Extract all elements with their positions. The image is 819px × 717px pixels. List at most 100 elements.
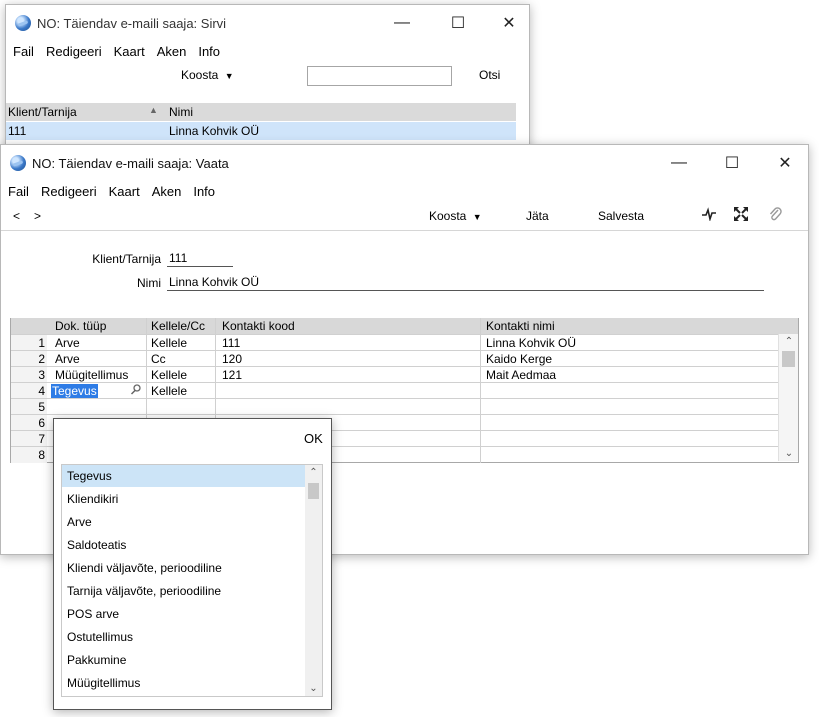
scroll-down-icon[interactable]: ⌄ (779, 448, 799, 459)
cell-contact-name[interactable]: Mait Aedmaa (480, 367, 776, 383)
expand-icon[interactable] (733, 206, 749, 225)
cell-to-cc[interactable]: Kellele (146, 367, 215, 383)
app-icon (10, 155, 26, 171)
scroll-thumb[interactable] (782, 351, 795, 367)
column-header-contact-name[interactable]: Kontakti nimi (480, 318, 776, 334)
list-item[interactable]: POS arve (62, 603, 307, 625)
name-field[interactable]: Linna Kohvik OÜ (167, 275, 764, 291)
table-row[interactable]: 2 Arve Cc 120 Kaido Kerge (11, 350, 798, 367)
client-field[interactable]: 111 (167, 251, 233, 267)
scroll-up-icon[interactable]: ⌃ (779, 336, 799, 347)
list-item[interactable]: Kliendi väljavõte, perioodiline (62, 557, 307, 579)
scroll-down-icon[interactable]: ⌄ (305, 683, 322, 694)
column-header-contact-code[interactable]: Kontakti kood (215, 318, 480, 334)
pulse-icon[interactable] (701, 207, 717, 224)
maximize-icon[interactable]: ☐ (435, 5, 481, 41)
attachment-icon[interactable] (768, 206, 782, 225)
cell-contact-code[interactable] (215, 383, 480, 399)
cell-doc-type[interactable]: Arve (47, 351, 146, 367)
koosta-button[interactable]: Koosta ▼ (181, 68, 234, 82)
grid-scrollbar[interactable]: ⌃ ⌄ (778, 334, 798, 461)
next-record-button[interactable]: > (34, 209, 41, 223)
list-item[interactable]: Müügitellimus (62, 672, 307, 694)
list-item[interactable]: Ostutellimus (62, 626, 307, 648)
menu-info[interactable]: Info (198, 44, 220, 59)
cell-to-cc[interactable]: Kellele (146, 383, 215, 399)
row-client-code: 111 (8, 124, 27, 138)
browse-window: NO: Täiendav e-maili saaja: Sirvi — ☐ ✕ … (5, 4, 530, 154)
row-number: 2 (11, 351, 47, 367)
list-item-selected[interactable]: Tegevus (62, 465, 307, 487)
doc-type-list: Tegevus Kliendikiri Arve Saldoteatis Kli… (61, 464, 323, 697)
cell-contact-name[interactable] (480, 431, 776, 447)
previous-record-button[interactable]: < (13, 209, 20, 223)
ok-button[interactable]: OK (304, 431, 323, 446)
list-item[interactable]: Arve (62, 511, 307, 533)
magnifier-icon[interactable] (130, 383, 142, 399)
list-item[interactable]: Kliendikiri (62, 488, 307, 510)
jata-button[interactable]: Jäta (526, 209, 549, 223)
app-icon (15, 15, 31, 31)
menu-info[interactable]: Info (193, 184, 215, 199)
cell-to-cc[interactable]: Cc (146, 351, 215, 367)
list-scrollbar[interactable]: ⌃ ⌄ (305, 465, 322, 696)
row-number: 3 (11, 367, 47, 383)
cell-doc-type[interactable]: Arve (47, 335, 146, 351)
cell-contact-code[interactable]: 111 (215, 335, 480, 351)
menu-redigeeri[interactable]: Redigeeri (46, 44, 102, 59)
menu-fail[interactable]: Fail (8, 184, 29, 199)
cell-contact-name[interactable]: Kaido Kerge (480, 351, 776, 367)
column-header-to-cc[interactable]: Kellele/Cc (146, 318, 215, 334)
cell-doc-type[interactable] (47, 399, 146, 415)
minimize-icon[interactable]: — (656, 145, 702, 181)
view-menubar: Fail Redigeeri Kaart Aken Info (1, 181, 808, 201)
menu-redigeeri[interactable]: Redigeeri (41, 184, 97, 199)
scroll-up-icon[interactable]: ⌃ (305, 467, 322, 478)
table-row[interactable]: 111 Linna Kohvik OÜ (6, 122, 516, 140)
cell-doc-type[interactable]: Müügitellimus (47, 367, 146, 383)
table-row[interactable]: 3 Müügitellimus Kellele 121 Mait Aedmaa (11, 366, 798, 383)
list-item[interactable]: Tarnija väljavõte, perioodiline (62, 580, 307, 602)
search-button[interactable]: Otsi (479, 68, 500, 82)
koosta-button[interactable]: Koosta ▼ (429, 209, 482, 223)
browse-menubar: Fail Redigeeri Kaart Aken Info (6, 41, 529, 61)
salvesta-button[interactable]: Salvesta (598, 209, 644, 223)
cell-to-cc[interactable]: Kellele (146, 335, 215, 351)
table-row[interactable]: 4 Tegevus Kellele (11, 382, 798, 399)
cell-to-cc[interactable] (146, 399, 215, 415)
table-row[interactable]: 1 Arve Kellele 111 Linna Kohvik OÜ (11, 334, 798, 351)
cell-contact-code[interactable] (215, 399, 480, 415)
scroll-thumb[interactable] (308, 483, 319, 499)
menu-aken[interactable]: Aken (152, 184, 182, 199)
cell-contact-name[interactable] (480, 447, 776, 463)
cell-contact-code[interactable]: 120 (215, 351, 480, 367)
table-row[interactable]: 5 (11, 398, 798, 415)
menu-fail[interactable]: Fail (13, 44, 34, 59)
menu-aken[interactable]: Aken (157, 44, 187, 59)
row-number: 4 (11, 383, 47, 399)
cell-contact-code[interactable]: 121 (215, 367, 480, 383)
cell-contact-name[interactable] (480, 383, 776, 399)
column-header-name[interactable]: Nimi (169, 105, 193, 119)
cell-contact-name[interactable] (480, 399, 776, 415)
close-icon[interactable]: ✕ (486, 5, 532, 41)
menu-kaart[interactable]: Kaart (114, 44, 145, 59)
maximize-icon[interactable]: ☐ (709, 145, 755, 181)
browse-table-header: Klient/Tarnija ▲ Nimi (6, 103, 516, 121)
koosta-label: Koosta (429, 209, 467, 223)
cell-contact-name[interactable]: Linna Kohvik OÜ (480, 335, 776, 351)
minimize-icon[interactable]: — (379, 5, 425, 41)
grid-header-rownum (11, 318, 47, 334)
search-input[interactable] (307, 66, 452, 86)
menu-kaart[interactable]: Kaart (109, 184, 140, 199)
selected-doc-type[interactable]: Tegevus (51, 384, 98, 398)
cell-doc-type-active[interactable]: Tegevus (47, 383, 146, 399)
name-label: Nimi (137, 276, 161, 290)
close-icon[interactable]: ✕ (762, 145, 808, 181)
row-number: 1 (11, 335, 47, 351)
list-item[interactable]: Pakkumine (62, 649, 307, 671)
list-item[interactable]: Saldoteatis (62, 534, 307, 556)
column-header-doc-type[interactable]: Dok. tüüp (47, 318, 146, 334)
cell-contact-name[interactable] (480, 415, 776, 431)
column-header-client[interactable]: Klient/Tarnija (8, 105, 77, 119)
